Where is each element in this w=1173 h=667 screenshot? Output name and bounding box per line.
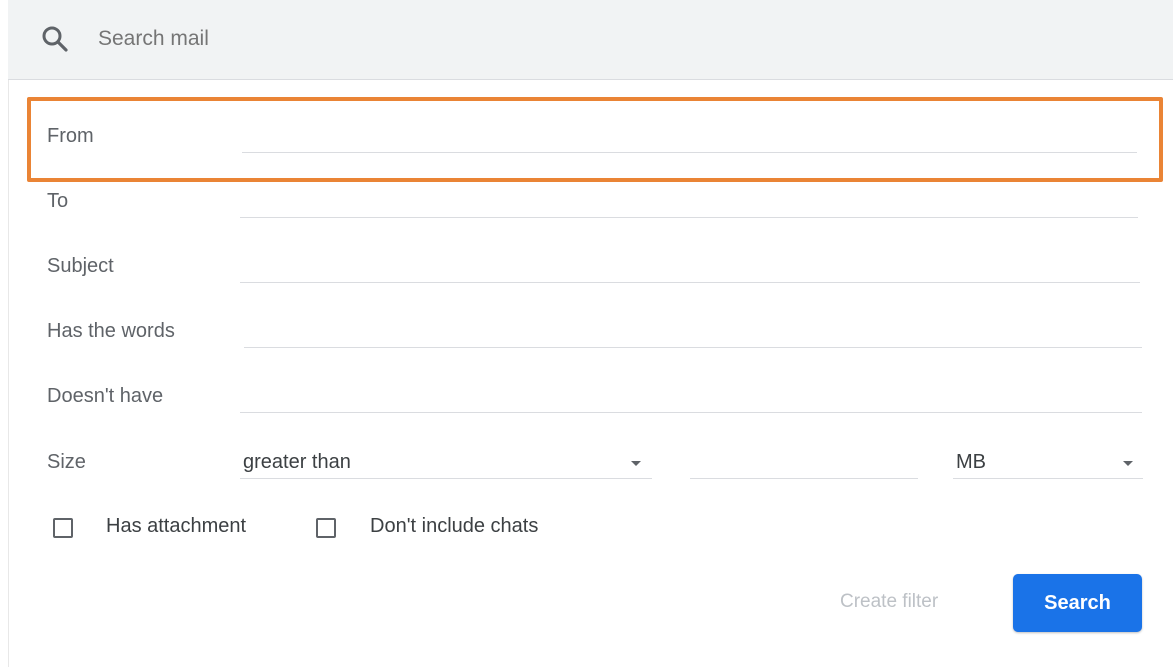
size-value-underline (690, 478, 918, 479)
from-label: From (47, 125, 94, 147)
doesnt-have-underline (240, 412, 1142, 413)
dont-include-chats-label[interactable]: Don't include chats (370, 514, 538, 538)
subject-field[interactable] (240, 252, 1140, 280)
has-attachment-label[interactable]: Has attachment (106, 514, 246, 538)
search-icon[interactable] (40, 24, 70, 54)
doesnt-have-field[interactable] (240, 382, 1142, 410)
has-words-underline (244, 347, 1142, 348)
size-value-field[interactable] (690, 448, 918, 476)
size-unit-underline (953, 478, 1143, 479)
dont-include-chats-checkbox[interactable] (316, 518, 336, 538)
has-words-field[interactable] (244, 317, 1142, 345)
doesnt-have-label: Doesn't have (47, 385, 164, 407)
search-mail-input[interactable] (98, 22, 798, 56)
subject-label: Subject (47, 255, 114, 277)
search-bar (8, 0, 1173, 80)
size-operator-underline (240, 478, 652, 479)
size-operator-value: greater than (243, 451, 351, 473)
chevron-down-icon (1123, 461, 1133, 466)
chevron-down-icon (631, 461, 641, 466)
size-unit-value: MB (956, 451, 986, 473)
advanced-search-panel (8, 80, 1173, 667)
has-attachment-checkbox[interactable] (53, 518, 73, 538)
has-words-label: Has the words (47, 320, 175, 342)
size-operator-select[interactable]: greater than (240, 444, 652, 480)
size-unit-select[interactable]: MB (953, 444, 1143, 480)
search-button[interactable]: Search (1013, 574, 1142, 632)
from-underline (242, 152, 1137, 153)
from-field[interactable] (242, 122, 1137, 150)
to-label: To (47, 190, 69, 212)
advanced-search-page: From To Subject Has the words Doesn't ha… (0, 0, 1173, 667)
create-filter-button[interactable]: Create filter (840, 590, 938, 614)
to-underline (240, 217, 1138, 218)
subject-underline (240, 282, 1140, 283)
size-label: Size (47, 451, 86, 473)
to-field[interactable] (240, 186, 1138, 214)
